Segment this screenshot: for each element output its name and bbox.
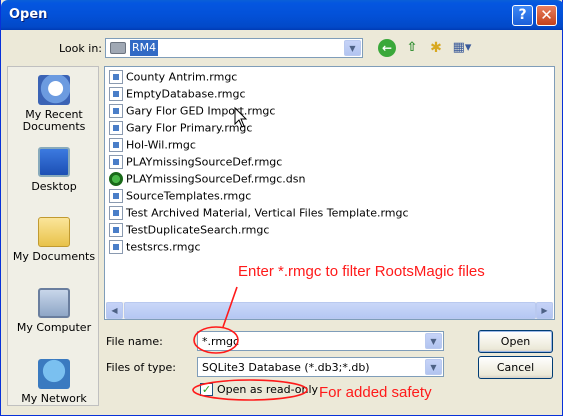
file-name: testsrcs.rmgc [126,240,201,254]
list-item[interactable]: Gary Flor Primary.rmgc [109,121,252,137]
file-name-label: File name: [106,335,163,348]
look-in-dropdown[interactable]: RM4 ▼ [105,38,363,58]
open-dialog: Open ? ✕ Look in: RM4 ▼ ← ⇧ ✱ ▦▾ My Rece… [0,0,563,416]
look-in-value: RM4 [130,40,159,56]
list-item[interactable]: County Antrim.rmgc [109,70,237,86]
list-item[interactable]: testsrcs.rmgc [109,240,201,256]
open-button[interactable]: Open [478,330,553,353]
up-folder-icon[interactable]: ⇧ [403,39,421,57]
file-name-value: *.rmgc [202,335,240,348]
list-item[interactable]: PLAYmissingSourceDef.rmgc [109,155,282,171]
file-name: Gary Flor GED Import.rmgc [126,104,276,118]
place-my-network[interactable]: My Network [8,359,100,405]
recent-documents-icon [38,75,70,105]
place-my-documents[interactable]: My Documents [8,217,100,263]
my-computer-icon [38,288,70,318]
cancel-button[interactable]: Cancel [478,356,553,379]
place-my-computer[interactable]: My Computer [8,288,100,334]
folder-icon [110,42,126,54]
file-name: Gary Flor Primary.rmgc [126,121,253,135]
file-icon [109,240,123,254]
file-name: County Antrim.rmgc [126,70,238,84]
title-bar: Open ? ✕ [1,0,563,30]
help-button[interactable]: ? [512,5,533,26]
file-icon [109,87,123,101]
safety-annotation: For added safety [319,384,432,401]
new-folder-icon[interactable]: ✱ [427,39,445,57]
list-item[interactable]: EmptyDatabase.rmgc [109,87,246,103]
views-menu-icon[interactable]: ▦▾ [451,39,473,57]
file-icon [109,70,123,84]
file-name: EmptyDatabase.rmgc [126,87,246,101]
desktop-icon [38,147,70,177]
scroll-left-icon[interactable]: ◀ [106,302,123,319]
file-icon [109,121,123,135]
places-bar: My Recent Documents Desktop My Documents… [7,66,99,406]
chevron-down-icon[interactable]: ▼ [344,40,361,56]
file-name: Test Archived Material, Vertical Files T… [126,206,409,220]
files-of-type-label: Files of type: [106,361,177,374]
file-name: PLAYmissingSourceDef.rmgc [126,155,283,169]
place-label: My Documents [12,250,96,263]
back-icon[interactable]: ← [378,39,396,57]
my-network-icon [38,359,70,389]
close-button[interactable]: ✕ [536,5,557,26]
list-item[interactable]: Hol-Wil.rmgc [109,138,196,154]
read-only-checkbox[interactable]: ✓ [200,383,213,396]
chevron-down-icon[interactable]: ▼ [425,359,442,375]
file-icon [109,189,123,203]
list-item[interactable]: Gary Flor GED Import.rmgc [109,104,275,120]
files-of-type-value: SQLite3 Database (*.db3;*.db) [202,361,370,374]
dsn-file-icon [109,172,123,186]
filter-annotation: Enter *.rmgc to filter RootsMagic files [238,263,485,280]
my-documents-icon [38,217,70,247]
file-icon [109,206,123,220]
file-icon [109,155,123,169]
place-recent-documents[interactable]: My Recent Documents [8,75,100,133]
place-label: My Recent Documents [22,108,86,133]
list-item[interactable]: TestDuplicateSearch.rmgc [109,223,269,239]
file-name: TestDuplicateSearch.rmgc [126,223,270,237]
file-name: SourceTemplates.rmgc [126,189,252,203]
scroll-thumb[interactable] [124,302,536,319]
file-icon [109,104,123,118]
file-icon [109,223,123,237]
file-name: Hol-Wil.rmgc [126,138,196,152]
list-item[interactable]: PLAYmissingSourceDef.rmgc.dsn [109,172,306,188]
place-desktop[interactable]: Desktop [8,147,100,193]
file-name: PLAYmissingSourceDef.rmgc.dsn [126,172,306,186]
window-title: Open [9,7,48,22]
scroll-right-icon[interactable]: ▶ [536,302,553,319]
place-label: My Network [21,392,87,405]
list-item[interactable]: SourceTemplates.rmgc [109,189,251,205]
list-item[interactable]: Test Archived Material, Vertical Files T… [109,206,409,222]
file-name-field[interactable]: *.rmgc ▼ [197,331,444,351]
place-label: My Computer [16,321,92,334]
place-label: Desktop [31,180,77,193]
chevron-down-icon[interactable]: ▼ [425,333,442,349]
horizontal-scrollbar[interactable]: ◀ ▶ [106,302,553,319]
files-of-type-dropdown[interactable]: SQLite3 Database (*.db3;*.db) ▼ [197,357,444,377]
read-only-label[interactable]: Open as read-only [217,383,318,396]
file-list[interactable]: County Antrim.rmgc EmptyDatabase.rmgc Ga… [104,66,555,320]
file-icon [109,138,123,152]
look-in-label: Look in: [59,42,102,55]
